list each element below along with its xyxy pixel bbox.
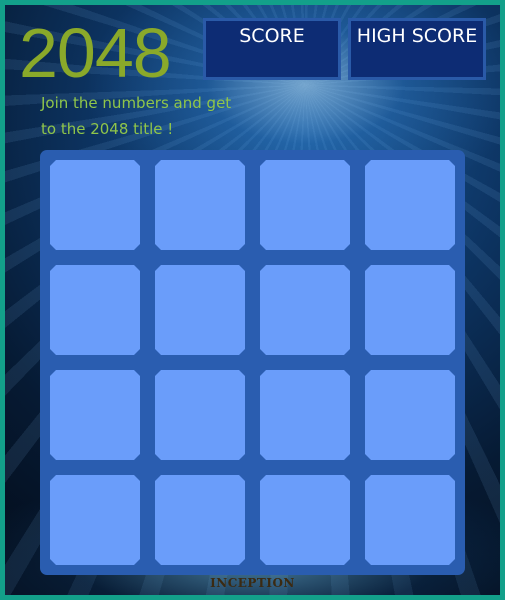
game-tagline: Join the numbers and get to the 2048 tit… bbox=[41, 94, 232, 138]
board-cell bbox=[260, 160, 350, 250]
board-cell bbox=[50, 160, 140, 250]
board-cell bbox=[365, 370, 455, 460]
game-title: 2048 bbox=[19, 14, 172, 92]
game-board[interactable] bbox=[40, 150, 465, 575]
board-cell bbox=[50, 370, 140, 460]
board-cell bbox=[260, 265, 350, 355]
board-cell bbox=[155, 160, 245, 250]
game-frame: 2048 Join the numbers and get to the 204… bbox=[0, 0, 505, 600]
high-score-box: HIGH SCORE bbox=[348, 18, 486, 80]
footer-brand: INCEPTION bbox=[210, 576, 295, 590]
board-cell bbox=[155, 370, 245, 460]
board-cell bbox=[155, 265, 245, 355]
board-cell bbox=[50, 265, 140, 355]
score-box: SCORE bbox=[203, 18, 341, 80]
board-cell bbox=[155, 475, 245, 565]
high-score-label: HIGH SCORE bbox=[356, 25, 478, 47]
board-cell bbox=[260, 475, 350, 565]
board-cell bbox=[260, 370, 350, 460]
board-cell bbox=[365, 475, 455, 565]
board-cell bbox=[50, 475, 140, 565]
board-cell bbox=[365, 160, 455, 250]
board-cell bbox=[365, 265, 455, 355]
score-label: SCORE bbox=[239, 25, 305, 47]
